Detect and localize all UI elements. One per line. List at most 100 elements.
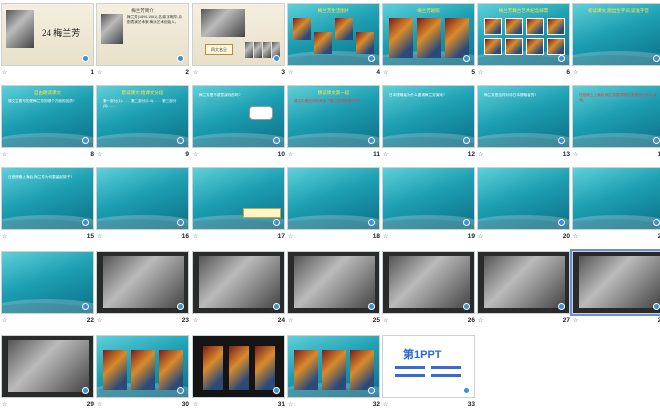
slide-transition-icon[interactable]: ☆ <box>573 69 578 76</box>
slide-transition-icon[interactable]: ☆ <box>97 317 102 324</box>
slide-thumbnail[interactable]: 精读课文第一段 课文中哪些词句写出了梅兰芳的民族气节? ☆ 11 <box>287 85 380 159</box>
slide-thumbnail[interactable]: ☆ 19 <box>382 167 475 241</box>
slide-preview[interactable]: 梅兰芳简介 梅兰芳(1894-1961),名澜,字畹华,京剧表演艺术家,梅派艺术创… <box>96 3 189 66</box>
slide-thumbnail[interactable]: 24 梅兰芳 ☆ 1 <box>1 3 94 77</box>
slide-thumbnail[interactable]: 日寇侵略上海后,梅兰芳为何要留起胡子? ☆ 15 <box>1 167 94 241</box>
slide-thumbnail[interactable]: ☆ 27 <box>477 251 570 325</box>
slide-transition-icon[interactable]: ☆ <box>478 233 483 240</box>
slide-thumbnail[interactable]: 四大名旦 ☆ 3 <box>192 3 285 77</box>
slide-preview[interactable]: 24 梅兰芳 <box>1 3 94 66</box>
slide-thumbnail[interactable]: ☆ 30 <box>96 335 189 409</box>
slide-transition-icon[interactable]: ☆ <box>573 233 578 240</box>
slide-transition-icon[interactable]: ☆ <box>478 69 483 76</box>
slide-preview[interactable] <box>570 249 660 316</box>
slide-preview[interactable]: 梅兰芳是怎样对待日本侵略者的? <box>477 85 570 148</box>
slide-transition-icon[interactable]: ☆ <box>2 233 7 240</box>
slide-thumbnail[interactable]: 默读课文,给课文分段 第一部分(1):…… 第二部分(2-4):…… 第三部分(5… <box>96 85 189 159</box>
slide-thumbnail[interactable]: ☆ 20 <box>477 167 570 241</box>
slide-thumbnail[interactable]: 梅兰芳是不愿意演戏的吗? ☆ 10 <box>192 85 285 159</box>
slide-preview[interactable] <box>1 251 94 314</box>
slide-preview[interactable] <box>192 335 285 398</box>
slide-preview[interactable]: 精读课文第一段 课文中哪些词句写出了梅兰芳的民族气节? <box>287 85 380 148</box>
slide-preview[interactable]: 四大名旦 <box>192 3 285 66</box>
slide-preview[interactable] <box>192 251 285 314</box>
slide-preview[interactable]: 默读课文,给课文分段 第一部分(1):…… 第二部分(2-4):…… 第三部分(5… <box>96 85 189 148</box>
slide-transition-icon[interactable]: ☆ <box>2 69 7 76</box>
slide-preview[interactable]: 第1PPT <box>382 335 475 398</box>
slide-preview[interactable] <box>382 251 475 314</box>
slide-preview[interactable]: 梅兰芳剧照 <box>382 3 475 66</box>
slide-thumbnail[interactable]: 梅兰芳舞台艺术纪念邮票 ☆ 6 <box>477 3 570 77</box>
slide-transition-icon[interactable]: ☆ <box>478 151 483 158</box>
slide-thumbnail[interactable]: ☆ 24 <box>192 251 285 325</box>
slide-transition-icon[interactable]: ☆ <box>478 317 483 324</box>
slide-preview[interactable] <box>477 251 570 314</box>
slide-preview[interactable]: 日寇侵略上海后,梅兰芳为何要留起胡子? <box>1 167 94 230</box>
slide-thumbnail[interactable]: ☆ 26 <box>382 251 475 325</box>
slide-transition-icon[interactable]: ☆ <box>193 233 198 240</box>
slide-thumbnail[interactable]: ☆ 32 <box>287 335 380 409</box>
slide-transition-icon[interactable]: ☆ <box>288 317 293 324</box>
slide-thumbnail[interactable]: 梅兰芳是怎样对待日本侵略者的? ☆ 13 <box>477 85 570 159</box>
slide-transition-icon[interactable]: ☆ <box>2 401 7 408</box>
slide-preview[interactable]: 日寇侵占上海后,梅兰芳蓄须明志,拒绝为日本人演戏。 <box>572 85 660 148</box>
slide-preview[interactable] <box>382 167 475 230</box>
slide-preview[interactable]: 日本侵略者为什么要请梅兰芳演戏? <box>382 85 475 148</box>
slide-preview[interactable] <box>572 167 660 230</box>
slide-transition-icon[interactable]: ☆ <box>288 69 293 76</box>
slide-transition-icon[interactable]: ☆ <box>383 151 388 158</box>
slide-preview[interactable] <box>287 251 380 314</box>
slide-transition-icon[interactable]: ☆ <box>573 151 578 158</box>
slide-preview[interactable] <box>287 335 380 398</box>
slide-thumbnail[interactable]: ☆ 25 <box>287 251 380 325</box>
slide-transition-icon[interactable]: ☆ <box>2 151 7 158</box>
slide-transition-icon[interactable]: ☆ <box>288 401 293 408</box>
slide-thumbnail[interactable]: ☆ 16 <box>96 167 189 241</box>
slide-thumbnail[interactable]: ☆ 29 <box>1 335 94 409</box>
slide-preview[interactable] <box>1 335 94 398</box>
slide-thumbnail[interactable]: ☆ 22 <box>1 251 94 325</box>
slide-thumbnail[interactable]: 第1PPT ☆ 33 <box>382 335 475 409</box>
slide-transition-icon[interactable]: ☆ <box>97 233 102 240</box>
slide-thumbnail[interactable]: 梅兰芳剧照 ☆ 5 <box>382 3 475 77</box>
slide-preview[interactable] <box>477 167 570 230</box>
slide-preview[interactable] <box>287 167 380 230</box>
slide-thumbnail[interactable]: ☆28 <box>570 249 660 325</box>
slide-thumbnail[interactable]: ☆ 17 <box>192 167 285 241</box>
slide-transition-icon[interactable]: ☆ <box>288 151 293 158</box>
slide-title: 梅兰芳剧照 <box>417 8 440 13</box>
slide-thumbnail[interactable]: ☆ 23 <box>96 251 189 325</box>
slide-transition-icon[interactable]: ☆ <box>383 401 388 408</box>
slide-transition-icon[interactable]: ☆ <box>193 401 198 408</box>
slide-preview[interactable]: 梅兰芳舞台艺术纪念邮票 <box>477 3 570 66</box>
slide-thumbnail[interactable]: ☆ 18 <box>287 167 380 241</box>
slide-transition-icon[interactable]: ☆ <box>97 151 102 158</box>
slide-transition-icon[interactable]: ☆ <box>193 151 198 158</box>
slide-thumbnail[interactable]: ☆21 <box>572 167 660 241</box>
slide-thumbnail[interactable]: 日寇侵占上海后,梅兰芳蓄须明志,拒绝为日本人演戏。☆14 <box>572 85 660 159</box>
slide-preview[interactable]: 自由朗读课文 课文主要写的是梅兰芳的哪个方面的品质? <box>1 85 94 148</box>
slide-transition-icon[interactable]: ☆ <box>383 233 388 240</box>
slide-transition-icon[interactable]: ☆ <box>288 233 293 240</box>
slide-preview[interactable]: 初读课文,圈出生字词,读准字音 <box>572 3 660 66</box>
slide-preview[interactable]: 梅兰芳生活图片 <box>287 3 380 66</box>
slide-transition-icon[interactable]: ☆ <box>97 69 102 76</box>
slide-transition-icon[interactable]: ☆ <box>383 317 388 324</box>
slide-thumbnail[interactable]: 自由朗读课文 课文主要写的是梅兰芳的哪个方面的品质? ☆ 8 <box>1 85 94 159</box>
slide-preview[interactable] <box>96 167 189 230</box>
slide-transition-icon[interactable]: ☆ <box>573 317 578 324</box>
slide-transition-icon[interactable]: ☆ <box>2 317 7 324</box>
slide-transition-icon[interactable]: ☆ <box>383 69 388 76</box>
slide-transition-icon[interactable]: ☆ <box>97 401 102 408</box>
slide-transition-icon[interactable]: ☆ <box>193 69 198 76</box>
slide-thumbnail[interactable]: ☆ 31 <box>192 335 285 409</box>
slide-preview[interactable] <box>96 251 189 314</box>
slide-transition-icon[interactable]: ☆ <box>193 317 198 324</box>
slide-thumbnail[interactable]: 梅兰芳简介 梅兰芳(1894-1961),名澜,字畹华,京剧表演艺术家,梅派艺术创… <box>96 3 189 77</box>
slide-preview[interactable] <box>192 167 285 230</box>
slide-thumbnail[interactable]: 日本侵略者为什么要请梅兰芳演戏? ☆ 12 <box>382 85 475 159</box>
slide-preview[interactable]: 梅兰芳是不愿意演戏的吗? <box>192 85 285 148</box>
slide-thumbnail[interactable]: 初读课文,圈出生字词,读准字音☆7 <box>572 3 660 77</box>
slide-preview[interactable] <box>96 335 189 398</box>
slide-thumbnail[interactable]: 梅兰芳生活图片 ☆ 4 <box>287 3 380 77</box>
